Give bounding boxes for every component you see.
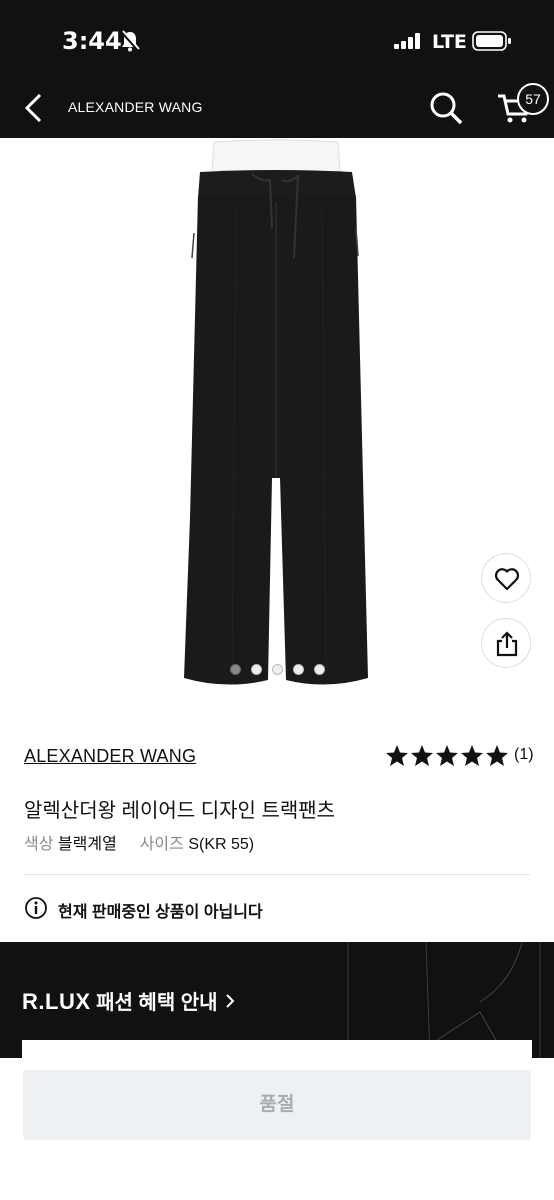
product-options: 색상 블랙계열 사이즈 S(KR 55)	[24, 830, 254, 854]
banner-title: R.LUX 패션 혜택 안내	[22, 986, 237, 1015]
search-icon[interactable]	[428, 90, 464, 131]
top-nav: ALEXANDER WANG	[0, 78, 554, 138]
gallery-dot[interactable]	[313, 664, 325, 675]
status-bar: 3:44 LTE	[0, 0, 554, 78]
sold-out-button[interactable]: 품절	[23, 1070, 531, 1140]
battery-icon	[472, 31, 512, 56]
sold-out-notice: 현재 판매중인 상품이 아닙니다	[58, 904, 263, 921]
network-label: LTE	[432, 31, 467, 53]
gallery-dot[interactable]	[271, 664, 283, 675]
content-peek	[22, 1040, 532, 1060]
bell-muted-icon	[120, 30, 140, 57]
banner-text: 패션 혜택 안내	[96, 992, 218, 1014]
info-icon	[24, 896, 48, 925]
chevron-right-icon	[223, 992, 237, 1014]
rlux-logo: R.LUX	[22, 989, 91, 1014]
gallery-dot[interactable]	[292, 664, 304, 675]
brand-link[interactable]: ALEXANDER WANG	[24, 746, 196, 767]
size-label: 사이즈	[139, 836, 184, 853]
color-value: 블랙계열	[57, 836, 117, 853]
product-image	[184, 139, 368, 685]
share-button[interactable]	[481, 618, 531, 668]
share-icon	[496, 631, 518, 657]
color-label: 색상	[24, 836, 54, 853]
gallery-pagination	[0, 662, 554, 676]
nav-title: ALEXANDER WANG	[68, 99, 203, 115]
wishlist-button[interactable]	[481, 553, 531, 603]
cart-count-badge: 57	[517, 83, 549, 115]
signal-icon	[394, 33, 424, 54]
status-time: 3:44	[62, 27, 122, 55]
review-count[interactable]: (1)	[514, 746, 534, 764]
gallery-dot[interactable]	[250, 664, 262, 675]
rating-stars	[385, 744, 509, 773]
divider	[24, 874, 530, 875]
gallery-dot[interactable]	[229, 664, 241, 675]
back-arrow-icon[interactable]	[20, 92, 46, 129]
product-image-gallery[interactable]	[0, 138, 554, 724]
product-name: 알렉산더왕 레이어드 디자인 트랙팬츠	[24, 800, 336, 822]
size-value: S(KR 55)	[188, 836, 255, 853]
heart-icon	[494, 568, 520, 591]
